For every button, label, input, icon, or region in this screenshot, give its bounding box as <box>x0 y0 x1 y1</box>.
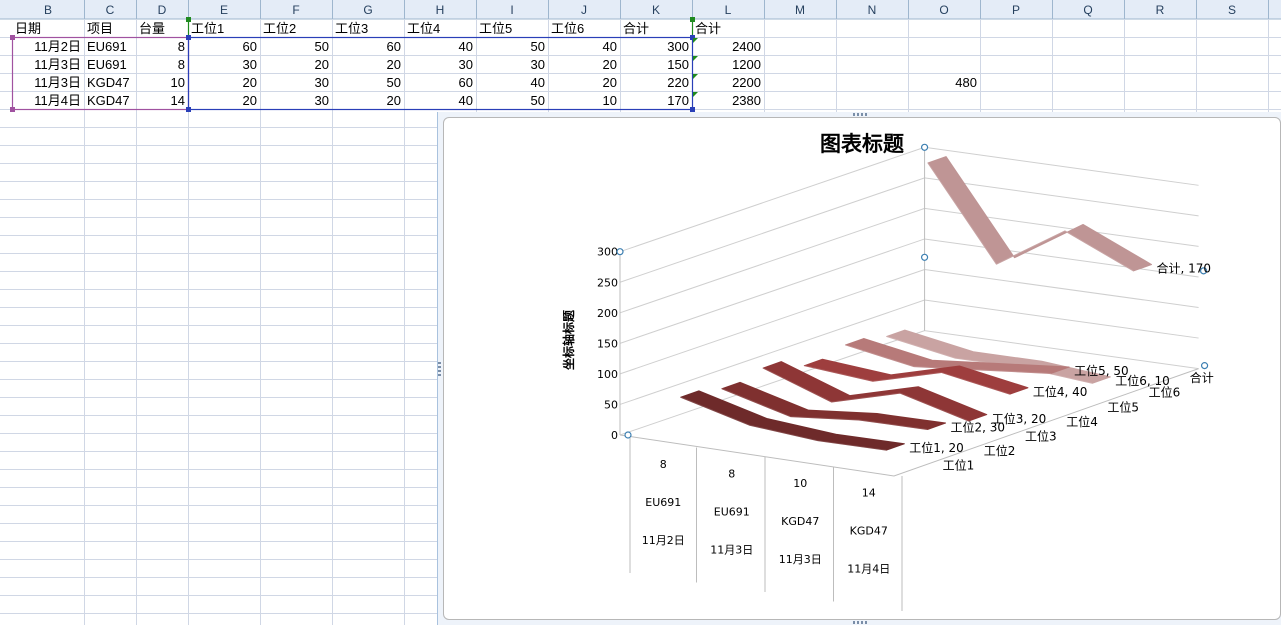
cell-L4[interactable]: 2200 <box>732 75 761 90</box>
cell-B5[interactable]: 11月4日 <box>34 93 81 108</box>
column-header-N[interactable]: N <box>868 3 877 17</box>
cell-D2[interactable]: 8 <box>178 39 185 54</box>
column-header-K[interactable]: K <box>652 3 660 17</box>
cell-E3[interactable]: 30 <box>243 57 257 72</box>
cell-G4[interactable]: 50 <box>387 75 401 90</box>
cell-K4[interactable]: 220 <box>667 75 689 90</box>
header-cell-H[interactable]: 工位4 <box>407 21 440 36</box>
column-header-M[interactable]: M <box>795 3 805 17</box>
cell-B4[interactable]: 11月3日 <box>34 75 81 90</box>
cell-L2[interactable]: 2400 <box>732 39 761 54</box>
cell-D5[interactable]: 14 <box>171 93 185 108</box>
cell-B3[interactable]: 11月3日 <box>34 57 81 72</box>
cell-D4[interactable]: 10 <box>171 75 185 90</box>
header-cell-B[interactable]: 日期 <box>15 21 41 36</box>
cell-I5[interactable]: 50 <box>531 93 545 108</box>
header-cell-E[interactable]: 工位1 <box>191 21 224 36</box>
cell-J2[interactable]: 40 <box>603 39 617 54</box>
cell-O4[interactable]: 480 <box>955 75 977 90</box>
column-header-B[interactable]: B <box>44 3 52 17</box>
cell-F4[interactable]: 30 <box>315 75 329 90</box>
cell-G5[interactable]: 20 <box>387 93 401 108</box>
header-cell-G[interactable]: 工位3 <box>335 21 368 36</box>
cell-I4[interactable]: 40 <box>531 75 545 90</box>
chart-resize-handle-top[interactable] <box>853 113 867 116</box>
cell-J4[interactable]: 20 <box>603 75 617 90</box>
cell-F3[interactable]: 20 <box>315 57 329 72</box>
column-header-I[interactable]: I <box>510 3 513 17</box>
cell-C4[interactable]: KGD47 <box>87 75 130 90</box>
column-header-C[interactable]: C <box>106 3 115 17</box>
header-cell-C[interactable]: 项目 <box>87 21 113 36</box>
column-header-G[interactable]: G <box>363 3 372 17</box>
column-header-H[interactable]: H <box>436 3 445 17</box>
column-header-Q[interactable]: Q <box>1083 3 1092 17</box>
header-cell-F[interactable]: 工位2 <box>263 21 296 36</box>
chart-resize-handle-bottom[interactable] <box>853 621 867 624</box>
cell-B2[interactable]: 11月2日 <box>34 39 81 54</box>
header-cell-J[interactable]: 工位6 <box>551 21 584 36</box>
cell-H4[interactable]: 60 <box>459 75 473 90</box>
cell-E2[interactable]: 60 <box>243 39 257 54</box>
cell-H5[interactable]: 40 <box>459 93 473 108</box>
cell-D3[interactable]: 8 <box>178 57 185 72</box>
chart-resize-handle-left[interactable] <box>438 362 441 376</box>
cell-K5[interactable]: 170 <box>667 93 689 108</box>
column-header-L[interactable]: L <box>725 3 732 17</box>
cell-G2[interactable]: 60 <box>387 39 401 54</box>
cell-H3[interactable]: 30 <box>459 57 473 72</box>
column-header-J[interactable]: J <box>581 3 587 17</box>
column-header-F[interactable]: F <box>292 3 299 17</box>
cell-E5[interactable]: 20 <box>243 93 257 108</box>
cell-J3[interactable]: 20 <box>603 57 617 72</box>
cell-H2[interactable]: 40 <box>459 39 473 54</box>
cell-I3[interactable]: 30 <box>531 57 545 72</box>
cell-I2[interactable]: 50 <box>531 39 545 54</box>
header-cell-L[interactable]: 合计 <box>695 21 721 36</box>
cell-E4[interactable]: 20 <box>243 75 257 90</box>
column-header-D[interactable]: D <box>158 3 167 17</box>
header-cell-K[interactable]: 合计 <box>623 21 649 36</box>
cell-K2[interactable]: 300 <box>667 39 689 54</box>
column-header-E[interactable]: E <box>220 3 228 17</box>
column-header-S[interactable]: S <box>1228 3 1236 17</box>
cell-K3[interactable]: 150 <box>667 57 689 72</box>
header-cell-I[interactable]: 工位5 <box>479 21 512 36</box>
column-header-P[interactable]: P <box>1012 3 1020 17</box>
chart-area[interactable] <box>443 117 1281 620</box>
cell-J5[interactable]: 10 <box>603 93 617 108</box>
cell-F2[interactable]: 50 <box>315 39 329 54</box>
cell-L3[interactable]: 1200 <box>732 57 761 72</box>
column-header-O[interactable]: O <box>939 3 948 17</box>
cell-L5[interactable]: 2380 <box>732 93 761 108</box>
column-header-R[interactable]: R <box>1156 3 1165 17</box>
cell-C5[interactable]: KGD47 <box>87 93 130 108</box>
header-cell-D[interactable]: 台量 <box>139 21 165 36</box>
cell-F5[interactable]: 30 <box>315 93 329 108</box>
cell-C2[interactable]: EU691 <box>87 39 127 54</box>
cell-C3[interactable]: EU691 <box>87 57 127 72</box>
cell-G3[interactable]: 20 <box>387 57 401 72</box>
